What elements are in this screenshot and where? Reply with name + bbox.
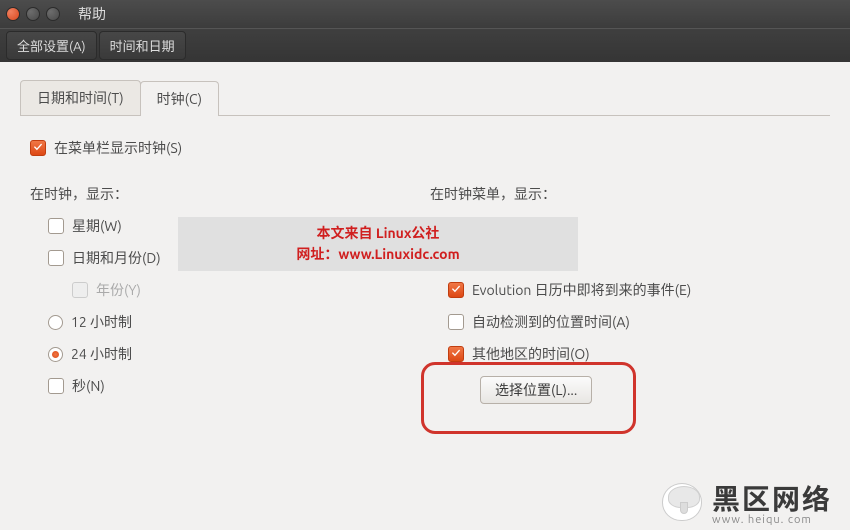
- brand-name: 黑区网络: [712, 478, 832, 518]
- breadcrumb-time-date[interactable]: 时间和日期: [99, 31, 186, 60]
- content-area: 日期和时间(T) 时钟(C) 在菜单栏显示时钟(S) 在时钟，显示： 星期(W)…: [0, 62, 850, 530]
- label-in-clock-menu-show: 在时钟菜单，显示：: [430, 184, 820, 204]
- tab-clock[interactable]: 时钟(C): [140, 81, 219, 116]
- tab-datetime[interactable]: 日期和时间(T): [20, 80, 141, 115]
- all-settings-button[interactable]: 全部设置(A): [6, 31, 97, 60]
- titlebar: 帮助: [0, 0, 850, 28]
- checkbox-evolution[interactable]: [448, 282, 464, 298]
- watermark-line2: 网址：www.Linuxidc.com: [188, 244, 568, 265]
- label-auto-location: 自动检测到的位置时间(A): [472, 312, 630, 332]
- window-title: 帮助: [78, 4, 106, 24]
- checkbox-auto-location[interactable]: [448, 314, 464, 330]
- branding: 黑区网络 www. heiqu. com: [662, 478, 832, 526]
- label-evolution: Evolution 日历中即将到来的事件(E): [472, 280, 691, 300]
- radio-12hour[interactable]: [48, 315, 63, 330]
- radio-24hour[interactable]: [48, 347, 63, 362]
- close-icon[interactable]: [6, 7, 20, 21]
- choose-location-button[interactable]: 选择位置(L)...: [480, 376, 592, 404]
- checkbox-show-in-menubar[interactable]: [30, 140, 46, 156]
- label-24hour: 24 小时制: [71, 344, 132, 364]
- watermark-line1: 本文来自 Linux公社: [188, 223, 568, 244]
- minimize-icon[interactable]: [26, 7, 40, 21]
- mushroom-icon: [662, 483, 702, 521]
- label-weekday: 星期(W): [72, 216, 122, 236]
- checkbox-year: [72, 282, 88, 298]
- label-seconds: 秒(N): [72, 376, 105, 396]
- checkbox-weekday[interactable]: [48, 218, 64, 234]
- label-show-in-menubar: 在菜单栏显示时钟(S): [54, 138, 182, 158]
- checkbox-date-month[interactable]: [48, 250, 64, 266]
- clock-panel: 在菜单栏显示时钟(S) 在时钟，显示： 星期(W) 日期和月份(D) 年份(Y): [20, 116, 830, 426]
- maximize-icon[interactable]: [46, 7, 60, 21]
- checkbox-other-regions[interactable]: [448, 346, 464, 362]
- left-column: 在时钟，显示： 星期(W) 日期和月份(D) 年份(Y) 12 小时制: [30, 170, 430, 416]
- tab-bar: 日期和时间(T) 时钟(C): [20, 80, 830, 116]
- label-date-month: 日期和月份(D): [72, 248, 161, 268]
- watermark-overlay: 本文来自 Linux公社 网址：www.Linuxidc.com: [178, 217, 578, 271]
- toolbar: 全部设置(A) 时间和日期: [0, 28, 850, 62]
- checkbox-seconds[interactable]: [48, 378, 64, 394]
- label-year: 年份(Y): [96, 280, 141, 300]
- right-column: 在时钟菜单，显示： 月历(M) 星期(D) Evolution 日历中即将到来的…: [430, 170, 820, 416]
- label-other-regions: 其他地区的时间(O): [472, 344, 590, 364]
- label-in-clock-show: 在时钟，显示：: [30, 184, 430, 204]
- label-12hour: 12 小时制: [71, 312, 132, 332]
